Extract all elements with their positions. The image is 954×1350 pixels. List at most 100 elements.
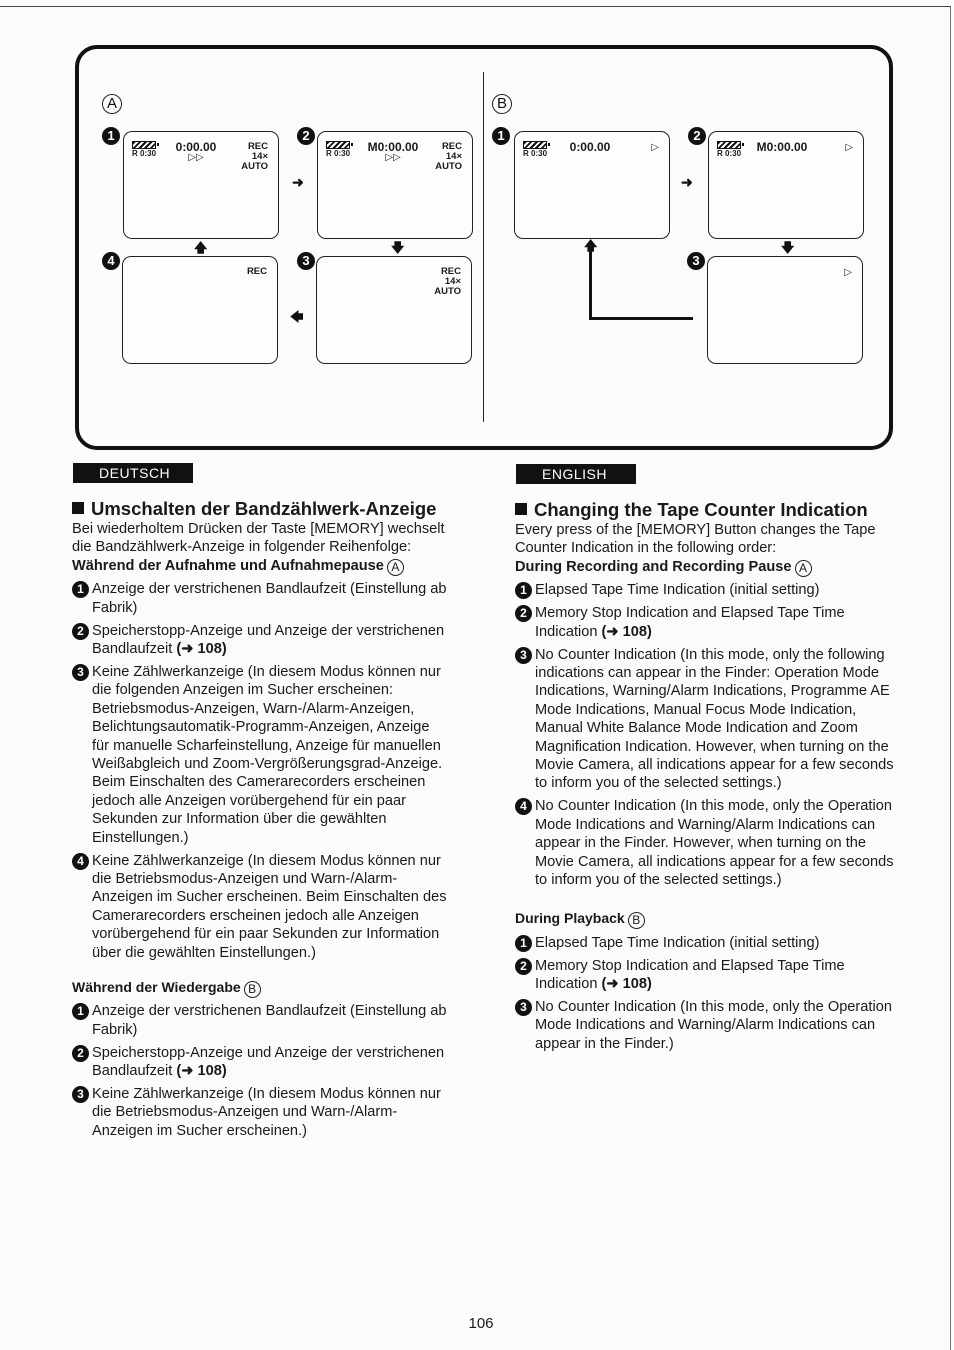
viewfinder-screen-b1: R 0:30 0:00.00 ▷ xyxy=(514,131,670,239)
subheading-playback: During Playback B xyxy=(515,909,895,930)
panel-a-label: A xyxy=(102,94,122,114)
item-text: Memory Stop Indication and Elapsed Tape … xyxy=(535,957,845,993)
english-column: Changing the Tape Counter Indication Eve… xyxy=(515,499,895,1053)
list-item: 3 Keine Zählwerkanzeige (In diesem Modus … xyxy=(72,1085,447,1140)
tape-counter: 0:00.00 xyxy=(569,140,611,154)
item-text: Elapsed Tape Time Indication (initial se… xyxy=(535,582,820,599)
list-item: 3 Keine Zählwerkanzeige (In diesem Modus … xyxy=(72,663,447,847)
number-badge-icon: 3 xyxy=(72,1086,89,1104)
list-item: 2 Memory Stop Indication and Elapsed Tape… xyxy=(515,604,895,641)
subheading-text: Während der Aufnahme und Aufnahmepause xyxy=(72,557,384,574)
number-badge-icon: 2 xyxy=(515,605,532,623)
number-badge-icon: 3 xyxy=(515,646,532,664)
mode-indicators: REC 14× AUTO xyxy=(434,267,461,297)
arrow-right-icon: ➜ xyxy=(681,174,693,190)
auto-indicator: AUTO xyxy=(434,286,461,297)
deutsch-column: Umschalten der Bandzählwerk-Anzeige Bei … xyxy=(72,498,447,1140)
viewfinder-screen-b2: R 0:30 M0:00.00 ▷ xyxy=(708,131,864,239)
page-reference: (➜ 108) xyxy=(176,1063,227,1080)
viewfinder-screen-a2: R 0:30 M0:00.00 ▷▷ REC 14× AUTO xyxy=(317,131,473,239)
intro-text: Bei wiederholtem Drücken der Taste [MEMO… xyxy=(72,521,445,556)
rec-indicator: REC xyxy=(246,266,267,277)
loop-arrow-line xyxy=(589,250,592,320)
play-triangle-icon: ▷ xyxy=(845,142,853,153)
list-item: 3 No Counter Indication (In this mode, on… xyxy=(515,998,895,1053)
arrow-right-icon: ➜ xyxy=(292,174,304,190)
item-text: Elapsed Tape Time Indication (initial se… xyxy=(535,934,820,951)
circled-letter-icon: A xyxy=(794,559,812,577)
item-text: No Counter Indication (In this mode, onl… xyxy=(535,798,894,888)
bullet-square-icon xyxy=(72,502,84,514)
item-text: No Counter Indication (In this mode, onl… xyxy=(535,999,892,1052)
number-badge-icon: 4 xyxy=(72,852,89,870)
bullet-square-icon xyxy=(515,503,527,515)
mode-indicators: REC xyxy=(247,267,267,277)
arrow-left-icon: 🡄 xyxy=(290,309,304,324)
play-triangle-icon: ▷ xyxy=(844,267,852,278)
item-text: Keine Zählwerkanzeige (In diesem Modus k… xyxy=(92,1086,441,1139)
language-tag-english: ENGLISH xyxy=(516,464,636,484)
page-reference: (➜ 108) xyxy=(176,641,227,658)
number-badge-icon: 2 xyxy=(72,622,89,640)
play-triangle-icon: ▷ xyxy=(651,142,659,153)
step-badge: 2 xyxy=(297,127,315,145)
loop-arrow-line xyxy=(589,317,693,320)
section-title: Changing the Tape Counter Indication xyxy=(515,499,895,521)
language-tag-deutsch: DEUTSCH xyxy=(73,463,193,483)
item-text: No Counter Indication (In this mode, onl… xyxy=(535,646,894,792)
arrow-up-icon: 🡅 xyxy=(584,238,598,253)
list-item: 1 Elapsed Tape Time Indication (initial s… xyxy=(515,581,895,600)
step-badge: 3 xyxy=(687,252,705,270)
section-title-text: Changing the Tape Counter Indication xyxy=(534,499,868,520)
intro-text: Every press of the [MEMORY] Button chang… xyxy=(515,522,876,557)
item-text: Keine Zählwerkanzeige (In diesem Modus k… xyxy=(92,663,443,846)
number-badge-icon: 1 xyxy=(72,581,89,599)
item-text: Anzeige der verstrichenen Bandlaufzeit (… xyxy=(92,1003,447,1038)
item-text: Speicherstopp-Anzeige und Anzeige der ve… xyxy=(92,1044,445,1080)
circled-letter-icon: B xyxy=(627,912,645,930)
subheading-text: During Recording and Recording Pause xyxy=(515,558,792,575)
list-item: 1 Elapsed Tape Time Indication (initial s… xyxy=(515,934,895,952)
mode-indicators: REC 14× AUTO xyxy=(241,142,268,172)
list-item: 1 Anzeige der verstrichenen Bandlaufzeit … xyxy=(72,580,447,617)
diagram-divider xyxy=(483,72,484,422)
tape-counter: M0:00.00 xyxy=(756,140,808,154)
step-badge: 1 xyxy=(492,127,510,145)
section-title: Umschalten der Bandzählwerk-Anzeige xyxy=(72,498,447,520)
mode-indicators: REC 14× AUTO xyxy=(435,142,462,172)
page-reference: (➜ 108) xyxy=(601,976,652,993)
item-text: Memory Stop Indication and Elapsed Tape … xyxy=(535,605,845,640)
viewfinder-screen-a1: R 0:30 0:00.00 ▷▷ REC 14× AUTO xyxy=(123,131,279,239)
panel-b-label: B xyxy=(492,94,512,114)
section-title-text: Umschalten der Bandzählwerk-Anzeige xyxy=(91,498,437,519)
list-item: 2 Memory Stop Indication and Elapsed Tape… xyxy=(515,957,895,994)
list-item: 1 Anzeige der verstrichenen Bandlaufzeit … xyxy=(72,1002,447,1039)
list-item: 2 Speicherstopp-Anzeige und Anzeige der v… xyxy=(72,622,447,659)
viewfinder-screen-a3: REC 14× AUTO xyxy=(316,256,472,364)
number-badge-icon: 4 xyxy=(515,798,532,816)
number-badge-icon: 3 xyxy=(515,999,532,1017)
item-text: Keine Zählwerkanzeige (In diesem Modus k… xyxy=(92,852,447,961)
list-item: 4 No Counter Indication (In this mode, on… xyxy=(515,797,895,889)
subheading-recording: During Recording and Recording Pause A xyxy=(515,558,895,577)
step-badge: 4 xyxy=(102,252,120,270)
number-badge-icon: 1 xyxy=(515,934,532,952)
page-number: 106 xyxy=(468,1315,494,1332)
number-badge-icon: 3 xyxy=(72,663,89,681)
circled-letter-icon: B xyxy=(243,980,261,998)
item-text: Anzeige der verstrichenen Bandlaufzeit (… xyxy=(92,581,447,616)
auto-indicator: AUTO xyxy=(435,161,462,172)
number-badge-icon: 1 xyxy=(515,582,532,600)
number-badge-icon: 2 xyxy=(515,957,532,975)
list-item: 4 Keine Zählwerkanzeige (In diesem Modus … xyxy=(72,852,447,962)
auto-indicator: AUTO xyxy=(241,161,268,172)
list-item: 3 No Counter Indication (In this mode, on… xyxy=(515,646,895,793)
viewfinder-screen-b3: ▷ xyxy=(707,256,863,364)
item-text: Speicherstopp-Anzeige und Anzeige der ve… xyxy=(92,622,445,658)
subheading-text: During Playback xyxy=(515,910,625,927)
number-badge-icon: 1 xyxy=(72,1003,89,1021)
number-badge-icon: 2 xyxy=(72,1044,89,1062)
subheading-text: Während der Wiedergabe xyxy=(72,978,241,995)
list-item: 2 Speicherstopp-Anzeige und Anzeige der v… xyxy=(72,1044,447,1081)
circled-letter-icon: A xyxy=(386,558,404,576)
